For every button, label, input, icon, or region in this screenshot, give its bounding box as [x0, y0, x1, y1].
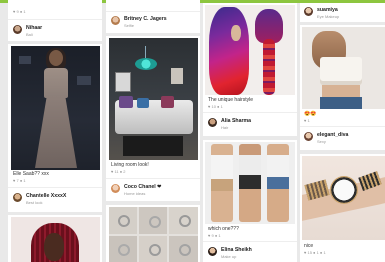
- avatar[interactable]: [111, 16, 120, 25]
- board-name[interactable]: Hair: [221, 125, 228, 130]
- avatar[interactable]: [13, 25, 22, 34]
- pin-stats: ♥ 10 ● 1: [208, 104, 223, 109]
- pin-stats: ♥ 11 ● 2: [111, 169, 126, 174]
- avatar[interactable]: [111, 184, 120, 193]
- pin-caption: The unique hairstyle: [208, 97, 254, 103]
- pin-image-watch[interactable]: [302, 156, 385, 240]
- pin-caption: which one???: [208, 226, 239, 232]
- pin-card-coco[interactable]: Living room look! ♥ 11 ● 2 Coco Chanel ❤…: [106, 36, 200, 201]
- pin-card-braids[interactable]: [8, 215, 102, 262]
- pin-caption: Elle Saab?? xxx: [13, 171, 49, 177]
- pin-caption: 😍😍: [304, 111, 317, 117]
- pin-stats: ♥ 15 ● 1 ● 1: [304, 250, 326, 255]
- avatar[interactable]: [304, 132, 313, 141]
- avatar[interactable]: [304, 7, 313, 16]
- pin-stats: ♥ 9 ● 1: [13, 9, 26, 14]
- pin-image-living-room[interactable]: [109, 38, 198, 160]
- board-name[interactable]: Sexy: [317, 139, 326, 144]
- board-name[interactable]: Eye Makeup: [317, 14, 339, 19]
- pin-card-elegant-diva[interactable]: 😍😍 ♥ 1 elegant_diva Sexy: [300, 25, 385, 150]
- pin-image-crop-top[interactable]: [302, 27, 385, 109]
- pin-stats: ♥ 9 ● 1: [208, 233, 221, 238]
- pin-image-braids[interactable]: [11, 217, 100, 262]
- pin-caption: Living room look!: [111, 162, 149, 168]
- pin-card-watch[interactable]: nice ♥ 15 ● 1 ● 1: [300, 154, 385, 262]
- pin-stats: ♥ 1: [304, 118, 310, 123]
- board-name[interactable]: Bali: [26, 32, 33, 37]
- pin-image-hairstyle[interactable]: [205, 5, 295, 95]
- pinner-name[interactable]: Elina Sheikh: [221, 247, 252, 253]
- avatar[interactable]: [208, 247, 217, 256]
- avatar[interactable]: [13, 193, 22, 202]
- pinner-name[interactable]: Nihaar: [26, 25, 42, 31]
- avatar[interactable]: [208, 118, 217, 127]
- pin-card-chantelle[interactable]: Elle Saab?? xxx ♥ 7 ● 1 Chantelle XxxxX …: [8, 44, 102, 212]
- board-name[interactable]: Make up: [221, 254, 236, 259]
- pin-card-rings[interactable]: [106, 205, 200, 262]
- pin-card-britney[interactable]: Britney C. Jagers Selfie: [106, 0, 200, 33]
- pinner-name[interactable]: elegant_diva: [317, 132, 348, 138]
- board-name[interactable]: Home ideas: [124, 191, 145, 196]
- pinner-name[interactable]: Chantelle XxxxX: [26, 193, 66, 199]
- pin-image-outfits[interactable]: [205, 142, 295, 224]
- board-name[interactable]: Best look: [26, 200, 42, 205]
- board-name[interactable]: Selfie: [124, 23, 134, 28]
- pin-stats: ♥ 7 ● 1: [13, 178, 26, 183]
- pin-caption: nice: [304, 243, 314, 249]
- pinner-name[interactable]: suamiya: [317, 7, 338, 13]
- pinner-name[interactable]: Alia Sharma: [221, 118, 251, 124]
- pin-card-alia[interactable]: The unique hairstyle ♥ 10 ● 1 Alia Sharm…: [203, 3, 297, 136]
- pin-card-suamiya[interactable]: suamiya Eye Makeup: [300, 3, 385, 22]
- pin-card-elina[interactable]: which one??? ♥ 9 ● 1 Elina Sheikh Make u…: [203, 140, 297, 262]
- pin-card-nihaar[interactable]: ♥ 9 ● 1 Nihaar Bali: [8, 0, 102, 41]
- pin-image-rings[interactable]: [109, 207, 198, 262]
- pin-image-gown[interactable]: [11, 46, 100, 170]
- pinner-name[interactable]: Britney C. Jagers: [124, 16, 167, 22]
- pinner-name[interactable]: Coco Chanel ❤: [124, 184, 162, 190]
